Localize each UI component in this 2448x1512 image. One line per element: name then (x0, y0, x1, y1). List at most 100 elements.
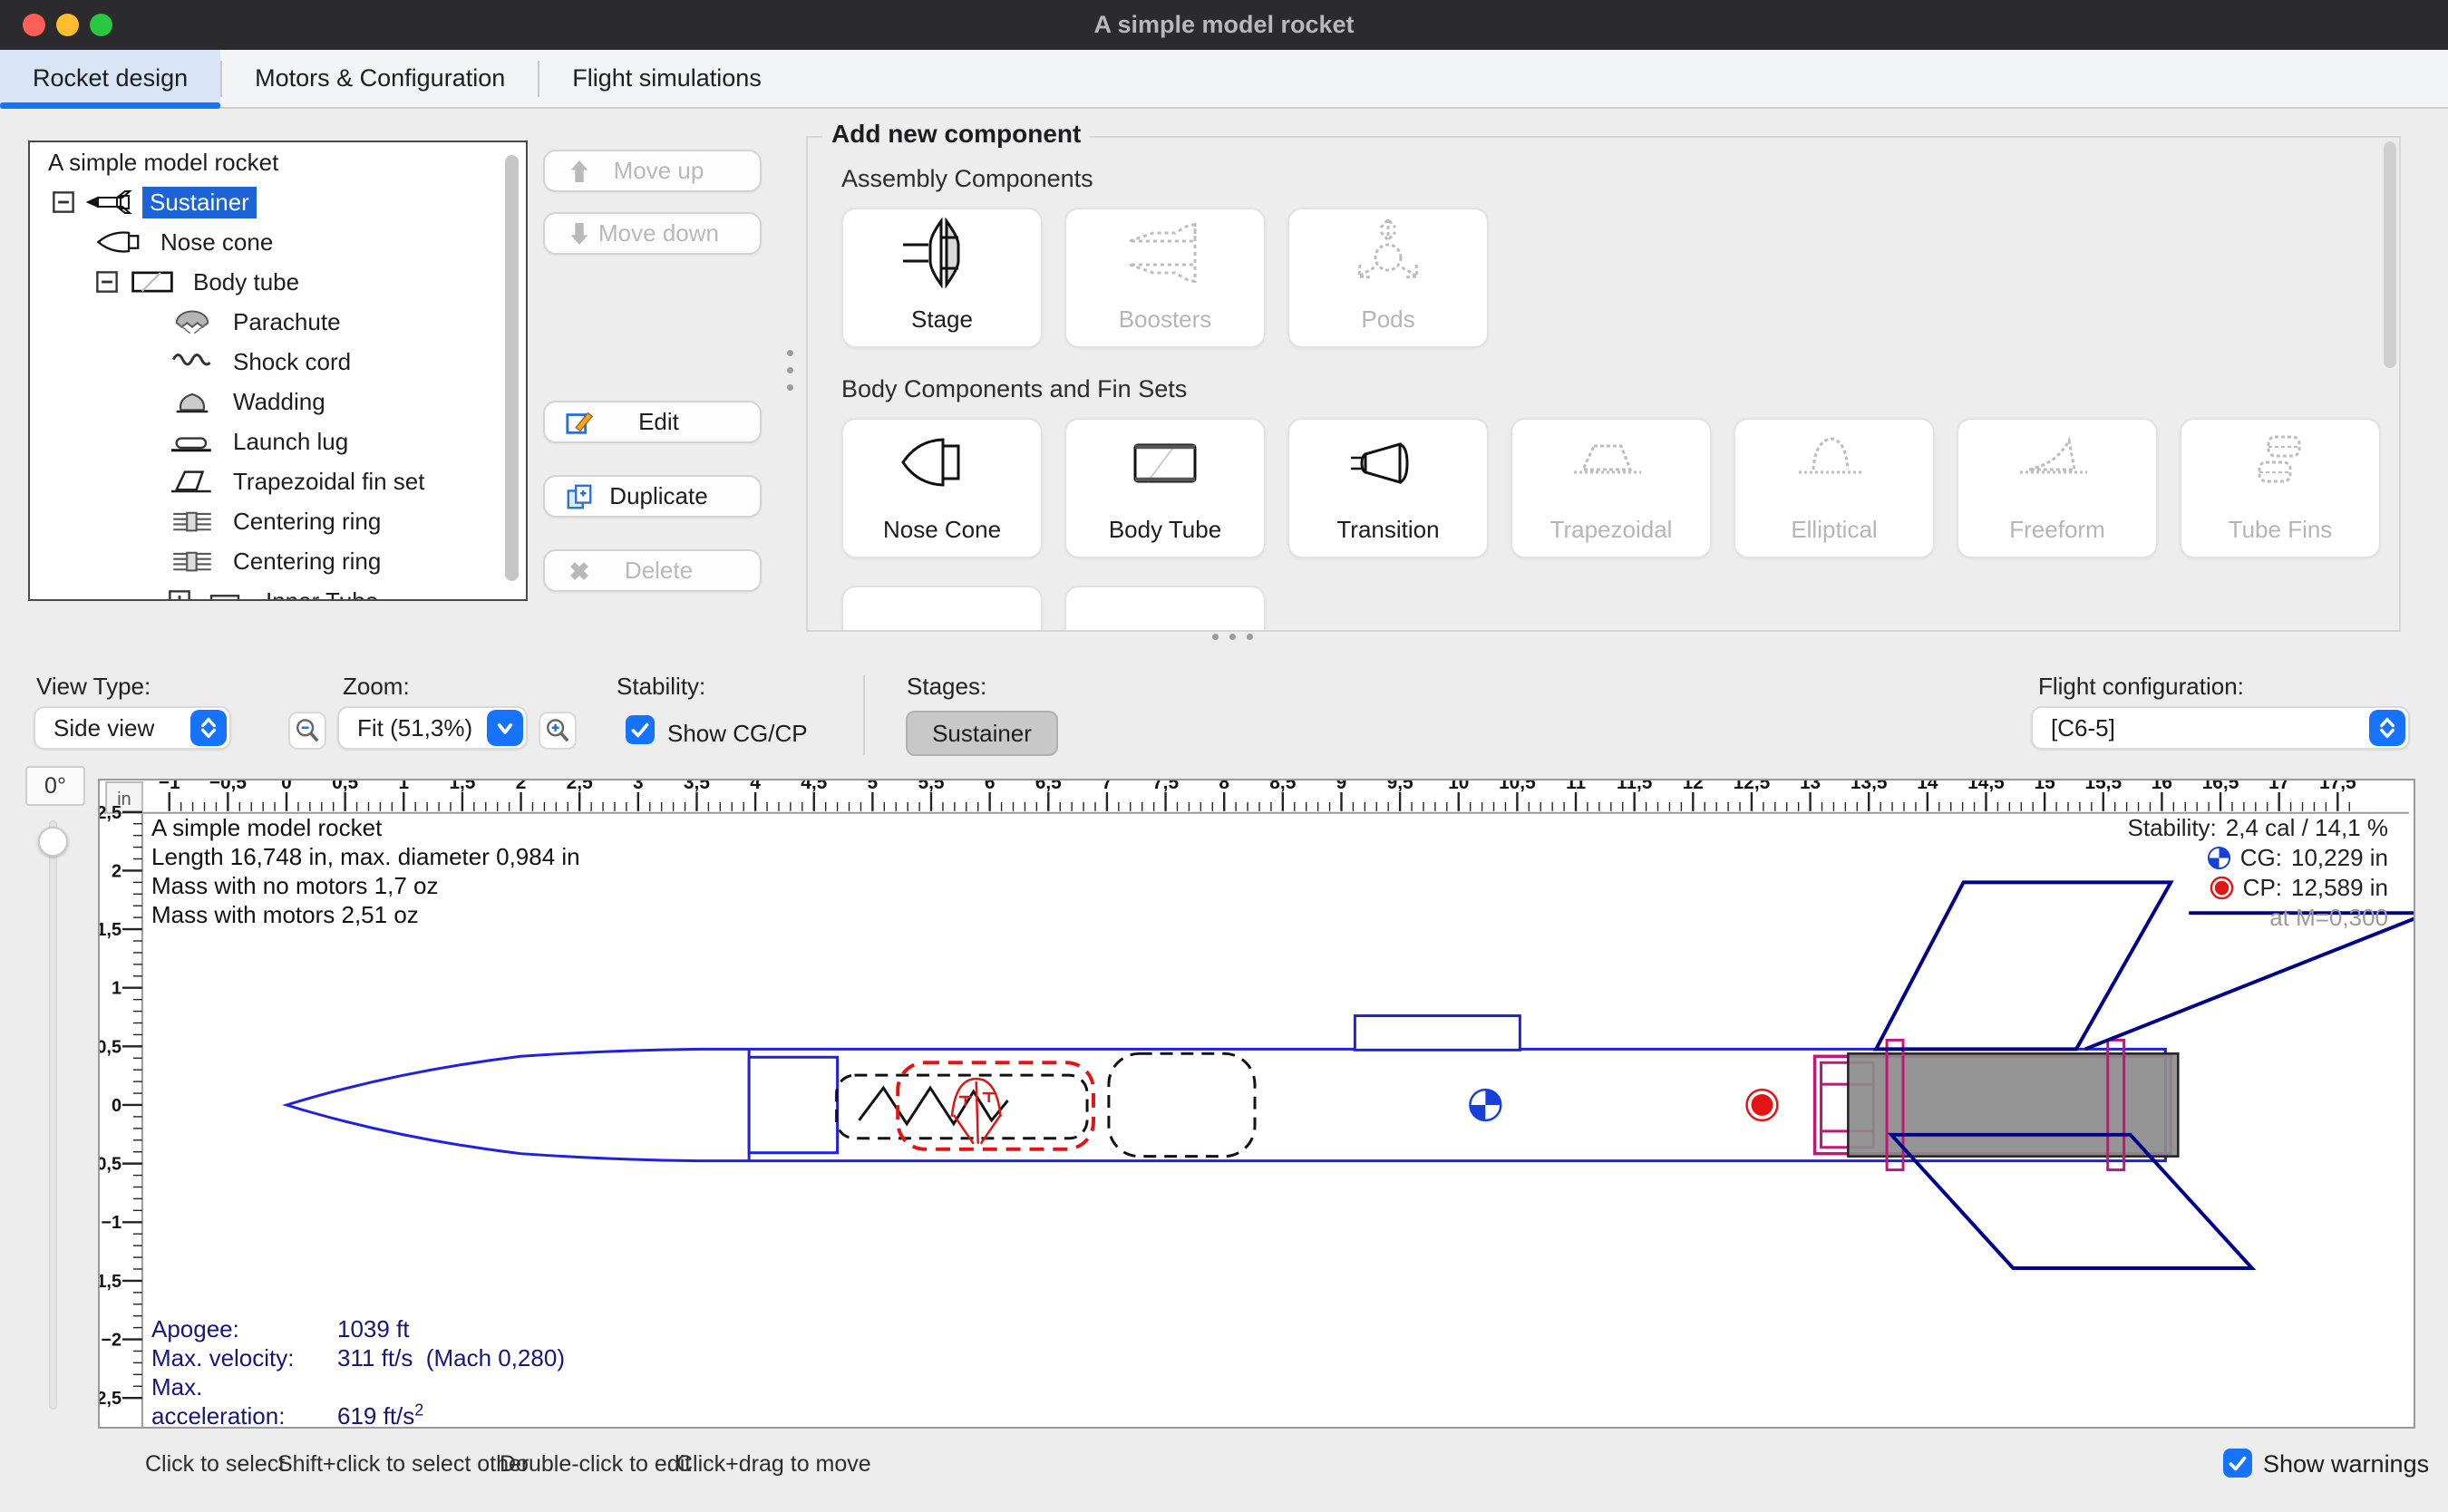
stability-readout: Stability:2,4 cal / 14,1 % CG:10,229 in … (2128, 813, 2389, 933)
edit-button[interactable]: Edit (543, 401, 762, 443)
tree-item[interactable]: Launch lug (30, 422, 526, 461)
show-cg-cp-checkbox[interactable] (626, 715, 655, 744)
zoom-in-button[interactable] (539, 712, 577, 750)
flight-config-select[interactable]: [C6-5] (2031, 706, 2410, 750)
show-warnings-label: Show warnings (2263, 1450, 2429, 1478)
expand-icon[interactable] (168, 589, 191, 601)
add-component-card[interactable]: Body Tube (1064, 418, 1266, 558)
collapse-icon[interactable] (95, 270, 119, 294)
zoom-in-icon (543, 716, 572, 745)
window-title: A simple model rocket (1093, 11, 1354, 39)
collapse-icon[interactable] (52, 190, 75, 214)
tree-item[interactable]: Nose cone (30, 222, 526, 262)
tree-root[interactable]: A simple model rocket (30, 142, 526, 182)
svg-text:2,5: 2,5 (100, 803, 121, 823)
rotation-slider-track[interactable] (49, 820, 57, 1410)
add-component-card[interactable]: Freeform (1957, 418, 2158, 558)
nose-shoulder (749, 1057, 837, 1152)
card-label: Nose Cone (883, 516, 1001, 544)
card-label: Stage (911, 305, 973, 334)
elliptical-icon (1784, 422, 1884, 504)
tab-flight-simulations[interactable]: Flight simulations (539, 50, 794, 107)
tree-item[interactable]: Sustainer (30, 182, 526, 222)
hint-double-click: Double-click to edit (500, 1451, 691, 1478)
tree-item-label: Launch lug (226, 426, 355, 458)
close-window-icon[interactable] (23, 14, 45, 36)
svg-text:0,5: 0,5 (332, 780, 358, 793)
view-type-select[interactable]: Side view (34, 706, 231, 750)
tree-item-label: Nose cone (153, 227, 280, 258)
tab-motors-configuration[interactable]: Motors & Configuration (222, 50, 538, 107)
tree-item-label: Shock cord (226, 346, 358, 378)
tree-item[interactable]: Parachute (30, 302, 526, 342)
parachute-icon (168, 308, 217, 335)
svg-text:14: 14 (1917, 780, 1938, 793)
add-panel-scrollbar[interactable] (2384, 141, 2396, 368)
cp-marker (1747, 1090, 1778, 1120)
add-component-card[interactable]: Nose Cone (841, 418, 1043, 558)
tree-item[interactable]: Body tube (30, 262, 526, 302)
maximize-window-icon[interactable] (90, 14, 112, 36)
add-component-card-partial[interactable] (1064, 586, 1266, 630)
add-component-card[interactable]: Pods (1287, 208, 1489, 348)
svg-text:16,5: 16,5 (2202, 780, 2239, 793)
add-component-card[interactable]: Tube Fins (2180, 418, 2381, 558)
stage-icon (892, 212, 992, 294)
component-tree[interactable]: A simple model rocket Sustainer Nose cone… (28, 141, 528, 601)
tree-item[interactable]: Centering ring (30, 501, 526, 541)
tree-item[interactable]: Inner Tube (30, 581, 526, 601)
tab-rocket-design[interactable]: Rocket design (0, 50, 220, 107)
zoom-select[interactable]: Fit (51,3%) (337, 706, 528, 750)
rotation-angle-box[interactable]: 0° (25, 766, 85, 806)
vertical-splitter-handle[interactable] (787, 350, 793, 391)
component-tree-rows: Sustainer Nose cone Body tube Parachute Shoc… (30, 182, 526, 601)
arrow-up-icon (565, 157, 594, 186)
svg-text:12: 12 (1683, 780, 1704, 793)
zoom-out-button[interactable] (288, 712, 326, 750)
horizontal-splitter-handle[interactable] (1212, 634, 1253, 640)
tree-scrollbar[interactable] (505, 155, 519, 581)
tree-item-label: Parachute (226, 306, 348, 338)
tree-item[interactable]: Wadding (30, 382, 526, 422)
card-label: Boosters (1119, 305, 1212, 334)
trapezoidal-icon (1561, 422, 1661, 504)
transition-icon (1338, 422, 1438, 504)
svg-text:5,5: 5,5 (918, 780, 944, 793)
launchlug-icon (168, 428, 217, 455)
show-warnings-checkbox[interactable] (2223, 1449, 2252, 1478)
add-component-card[interactable]: Boosters (1064, 208, 1266, 348)
duplicate-button[interactable]: Duplicate (543, 475, 762, 518)
flight-summary: Apogee:1039 ft Max. velocity:311 ft/s (M… (151, 1314, 565, 1430)
add-new-component-panel: Add new component Assembly ComponentsSta… (806, 136, 2401, 632)
cg-marker (1470, 1090, 1501, 1120)
svg-text:0: 0 (112, 1096, 121, 1116)
stage-toggle-sustainer[interactable]: Sustainer (906, 711, 1058, 756)
svg-text:5: 5 (868, 780, 879, 793)
svg-text:4: 4 (750, 780, 761, 793)
delete-button[interactable]: Delete (543, 549, 762, 592)
rotation-slider-thumb[interactable] (38, 827, 68, 857)
tree-item[interactable]: Shock cord (30, 342, 526, 382)
card-label: Tube Fins (2229, 516, 2333, 544)
minimize-window-icon[interactable] (56, 14, 79, 36)
add-component-card[interactable]: Elliptical (1734, 418, 1935, 558)
add-component-card[interactable]: Stage (841, 208, 1043, 348)
svg-text:11,5: 11,5 (1617, 780, 1653, 793)
add-component-card-partial[interactable] (841, 586, 1043, 630)
tree-item[interactable]: Trapezoidal fin set (30, 461, 526, 501)
tree-item[interactable]: Centering ring (30, 541, 526, 581)
freeform-icon (2007, 422, 2107, 504)
svg-text:6,5: 6,5 (1035, 780, 1062, 793)
add-component-card[interactable]: Trapezoidal (1511, 418, 1712, 558)
show-cg-cp-label: Show CG/CP (667, 720, 808, 748)
finset-icon (168, 468, 217, 495)
move-down-button[interactable]: Move down (543, 212, 762, 255)
stability-label: Stability: (617, 673, 705, 701)
svg-text:9: 9 (1336, 780, 1347, 793)
move-up-button[interactable]: Move up (543, 150, 762, 192)
rocket-info-text: A simple model rocket Length 16,748 in, … (151, 813, 580, 929)
card-label: Transition (1336, 516, 1439, 544)
svg-text:13: 13 (1800, 780, 1821, 793)
svg-text:10,5: 10,5 (1499, 780, 1536, 793)
add-component-card[interactable]: Transition (1287, 418, 1489, 558)
